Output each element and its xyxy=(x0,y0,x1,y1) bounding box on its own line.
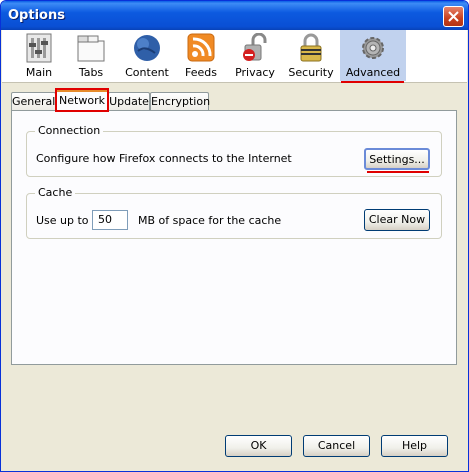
preferences-toolbar: Main Tabs Content Feeds Privacy Security… xyxy=(2,30,467,83)
toolbar-advanced[interactable]: Advanced xyxy=(340,30,406,81)
window-title: Options xyxy=(8,8,65,23)
toolbar-label: Privacy xyxy=(235,66,275,79)
tab-general[interactable]: General xyxy=(11,92,56,110)
advanced-icon xyxy=(362,37,384,59)
toolbar-content[interactable]: Content xyxy=(119,30,175,81)
toolbar-security[interactable]: Security xyxy=(283,30,339,81)
cancel-button[interactable]: Cancel xyxy=(303,435,370,457)
toolbar-label: Tabs xyxy=(78,66,104,79)
content-icon xyxy=(134,35,160,61)
tab-update[interactable]: Update xyxy=(108,92,150,110)
settings-button[interactable]: Settings... xyxy=(364,148,430,170)
toolbar-feeds[interactable]: Feeds xyxy=(175,30,227,81)
close-icon xyxy=(448,11,459,22)
connection-group: Connection Configure how Firefox connect… xyxy=(26,124,442,177)
advanced-highlight xyxy=(341,81,404,83)
security-icon xyxy=(300,33,322,62)
toolbar-privacy[interactable]: Privacy xyxy=(228,30,282,81)
settings-highlight xyxy=(367,171,429,173)
toolbar-label: Security xyxy=(288,66,334,79)
toolbar-label: Advanced xyxy=(345,66,401,79)
cache-group: Cache Use up to 50 MB of space for the c… xyxy=(26,186,442,239)
connection-description: Configure how Firefox connects to the In… xyxy=(36,152,292,165)
network-panel: Connection Configure how Firefox connect… xyxy=(11,110,457,365)
clear-now-button[interactable]: Clear Now xyxy=(364,209,430,231)
close-button[interactable] xyxy=(443,6,464,27)
ok-button[interactable]: OK xyxy=(225,435,292,457)
feeds-icon xyxy=(187,33,215,62)
tab-network[interactable]: Network xyxy=(56,90,108,112)
cache-unit-label: MB of space for the cache xyxy=(138,214,282,227)
tabs-icon xyxy=(77,35,105,62)
toolbar-label: Main xyxy=(25,66,53,79)
main-icon xyxy=(26,33,52,63)
options-window: Options Main Tabs Content Feeds Privacy … xyxy=(0,0,469,472)
toolbar-label: Feeds xyxy=(185,66,217,79)
toolbar-tabs[interactable]: Tabs xyxy=(64,30,118,81)
toolbar-label: Content xyxy=(125,66,169,79)
help-button[interactable]: Help xyxy=(381,435,448,457)
cache-size-input[interactable]: 50 xyxy=(92,210,128,230)
toolbar-main[interactable]: Main xyxy=(10,30,68,81)
use-up-to-label: Use up to xyxy=(36,214,89,227)
connection-title: Connection xyxy=(35,124,104,137)
cache-title: Cache xyxy=(35,186,76,199)
title-bar[interactable]: Options xyxy=(1,1,468,30)
tab-encryption[interactable]: Encryption xyxy=(150,92,210,110)
privacy-icon xyxy=(243,33,267,61)
